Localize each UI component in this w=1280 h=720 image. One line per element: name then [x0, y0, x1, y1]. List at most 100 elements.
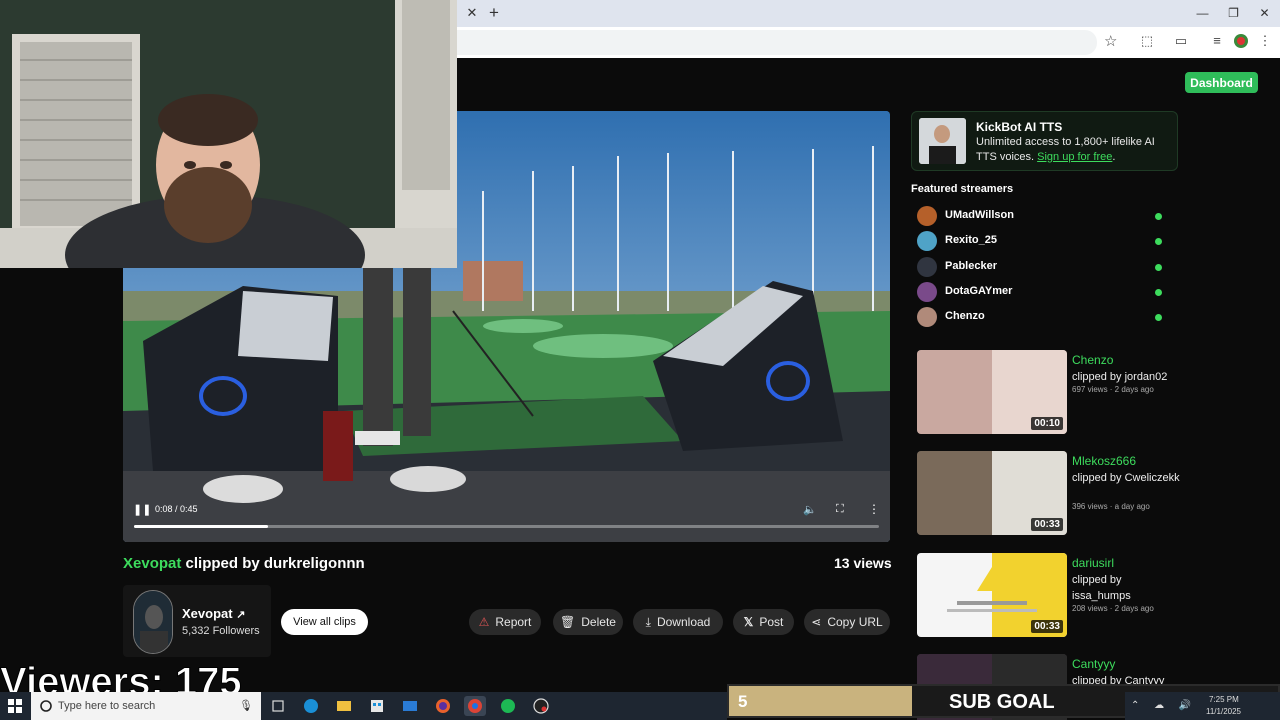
windows-start-icon[interactable]: [8, 699, 22, 713]
featured-streamer-avatar: [917, 281, 937, 302]
ad-image: [919, 118, 966, 164]
close-window-button[interactable]: ✕: [1249, 0, 1280, 27]
cast-icon[interactable]: ▭: [1173, 33, 1189, 49]
ad-title: KickBot AI TTS: [976, 120, 1063, 134]
taskbar-search[interactable]: Type here to search 🎙: [31, 692, 261, 720]
related-clip-meta: 396 views · a day ago: [1072, 502, 1150, 511]
delete-button[interactable]: 🗑 Delete: [553, 609, 623, 635]
featured-streamer-avatar: [917, 256, 937, 277]
reading-list-icon[interactable]: ≡: [1209, 33, 1225, 49]
browser-tabstrip: ✕ + — ❐ ✕: [457, 0, 1280, 27]
clock-date: 11/1/2025: [1206, 707, 1241, 716]
system-tray: ⌃ ☁ 🔊 7:25 PM 11/1/2025: [1125, 692, 1280, 720]
task-view-icon[interactable]: [267, 696, 289, 716]
live-indicator-icon: [1155, 288, 1162, 296]
trash-icon: 🗑: [560, 615, 576, 629]
video-time: 0:08 / 0:45: [155, 504, 198, 514]
external-link-icon: ↗: [236, 609, 246, 621]
clip-duration: 00:33: [1031, 620, 1063, 633]
featured-streamer-row[interactable]: Pablecker: [917, 256, 1165, 277]
profile-avatar-icon[interactable]: [1233, 33, 1249, 49]
featured-streamer-name: Chenzo: [945, 310, 985, 323]
post-label: Post: [759, 615, 784, 629]
download-label: Download: [656, 615, 711, 629]
related-clip-clipper: clipped by issa_humps: [1072, 574, 1131, 602]
dashboard-button[interactable]: Dashboard: [1185, 72, 1258, 93]
chrome-icon[interactable]: [464, 696, 486, 716]
extensions-icon[interactable]: ⬚: [1139, 33, 1155, 49]
featured-streamer-row[interactable]: DotaGAYmer: [917, 281, 1165, 302]
microphone-icon[interactable]: 🎙: [239, 699, 253, 712]
clip-duration: 00:10: [1031, 417, 1063, 430]
related-clip-streamer[interactable]: Chenzo: [1072, 353, 1113, 367]
sub-goal-current: 5: [738, 692, 748, 711]
more-options-icon[interactable]: ⋮: [868, 502, 880, 516]
streamer-avatar: [133, 590, 173, 654]
sub-goal-fill: [729, 686, 912, 716]
featured-streamer-row[interactable]: Chenzo: [917, 307, 1165, 328]
related-clip-thumbnail[interactable]: 00:33: [917, 451, 1067, 535]
related-clip-clipper: clipped by jordan02: [1072, 371, 1168, 383]
tray-icons[interactable]: ⌃ ☁ 🔊: [1131, 700, 1197, 711]
featured-streamer-name: Pablecker: [945, 259, 997, 272]
featured-streamer-avatar: [917, 231, 937, 252]
clock-time: 7:25 PM: [1209, 695, 1239, 704]
pause-icon[interactable]: ❚❚: [133, 503, 151, 517]
ad-signup-link[interactable]: Sign up for free: [1037, 151, 1112, 163]
video-progress-bar[interactable]: [134, 525, 879, 528]
related-clip-meta: 697 views · 2 days ago: [1072, 385, 1154, 394]
mail-icon[interactable]: [399, 696, 421, 716]
address-bar[interactable]: [457, 30, 1097, 55]
video-progress-fill: [134, 525, 269, 528]
related-clip-thumbnail[interactable]: 00:33: [917, 553, 1067, 637]
ad-text-end: .: [1112, 151, 1116, 163]
edge-icon[interactable]: [300, 696, 322, 716]
search-placeholder: Type here to search: [58, 700, 156, 712]
related-clip-streamer[interactable]: Mlekosz666: [1072, 454, 1136, 468]
restore-button[interactable]: ❐: [1218, 0, 1249, 27]
streamer-card[interactable]: Xevopat ↗ 5,332 Followers: [123, 585, 271, 657]
browser-toolbar: ☆ ⬚ ▭ ≡ ⋮: [457, 27, 1280, 58]
related-clip-streamer[interactable]: dariusirl: [1072, 556, 1114, 570]
tab-close-icon[interactable]: ✕: [463, 4, 481, 22]
volume-icon[interactable]: 🔈: [803, 503, 817, 516]
file-explorer-icon[interactable]: [333, 696, 355, 716]
featured-streamer-row[interactable]: Rexito_25: [917, 231, 1165, 252]
live-indicator-icon: [1155, 213, 1162, 220]
copy-url-button[interactable]: ⋖ Copy URL: [804, 609, 890, 635]
kickbot-ad[interactable]: KickBot AI TTS Unlimited access to 1,800…: [911, 111, 1178, 171]
report-label: Report: [495, 615, 532, 629]
report-button[interactable]: ⚠ Report: [469, 609, 541, 635]
download-button[interactable]: ⤓ Download: [633, 609, 723, 635]
view-all-clips-button[interactable]: View all clips: [281, 609, 368, 635]
windows-taskbar: Type here to search 🎙: [0, 692, 727, 720]
related-clip-streamer[interactable]: Cantyyy: [1072, 657, 1115, 671]
featured-streamer-row[interactable]: UMadWillson: [917, 206, 1165, 226]
clip-title: Xevopat clipped by durkreligonnn: [123, 555, 365, 572]
post-button[interactable]: 𝕏 Post: [733, 609, 794, 635]
webcam-overlay: [0, 0, 457, 268]
search-icon: [40, 700, 52, 712]
clip-clipped-by: clipped by durkreligonnn: [181, 555, 365, 572]
store-icon[interactable]: [366, 696, 388, 716]
warning-icon: ⚠: [478, 615, 490, 629]
fullscreen-icon[interactable]: ⛶: [836, 503, 844, 516]
streamer-name[interactable]: Xevopat ↗: [182, 606, 245, 621]
related-clip-meta: 208 views · 2 days ago: [1072, 604, 1154, 613]
featured-streamer-name: Rexito_25: [945, 234, 997, 247]
x-logo-icon: 𝕏: [743, 615, 754, 629]
ad-text: Unlimited access to 1,800+ lifelike AI T…: [976, 135, 1176, 165]
featured-streamer-avatar: [917, 206, 937, 226]
live-indicator-icon: [1155, 314, 1162, 322]
related-clip-thumbnail[interactable]: 00:10: [917, 350, 1067, 434]
obs-icon[interactable]: [530, 696, 552, 716]
firefox-icon[interactable]: [432, 696, 454, 716]
minimize-button[interactable]: —: [1187, 0, 1218, 27]
clip-streamer-link[interactable]: Xevopat: [123, 555, 181, 572]
spotify-icon[interactable]: [497, 696, 519, 716]
bookmark-star-icon[interactable]: ☆: [1104, 32, 1117, 50]
browser-menu-icon[interactable]: ⋮: [1257, 33, 1273, 49]
window-controls: — ❐ ✕: [1187, 0, 1280, 27]
streamer-followers: 5,332 Followers: [182, 625, 260, 637]
new-tab-button[interactable]: +: [485, 4, 503, 22]
